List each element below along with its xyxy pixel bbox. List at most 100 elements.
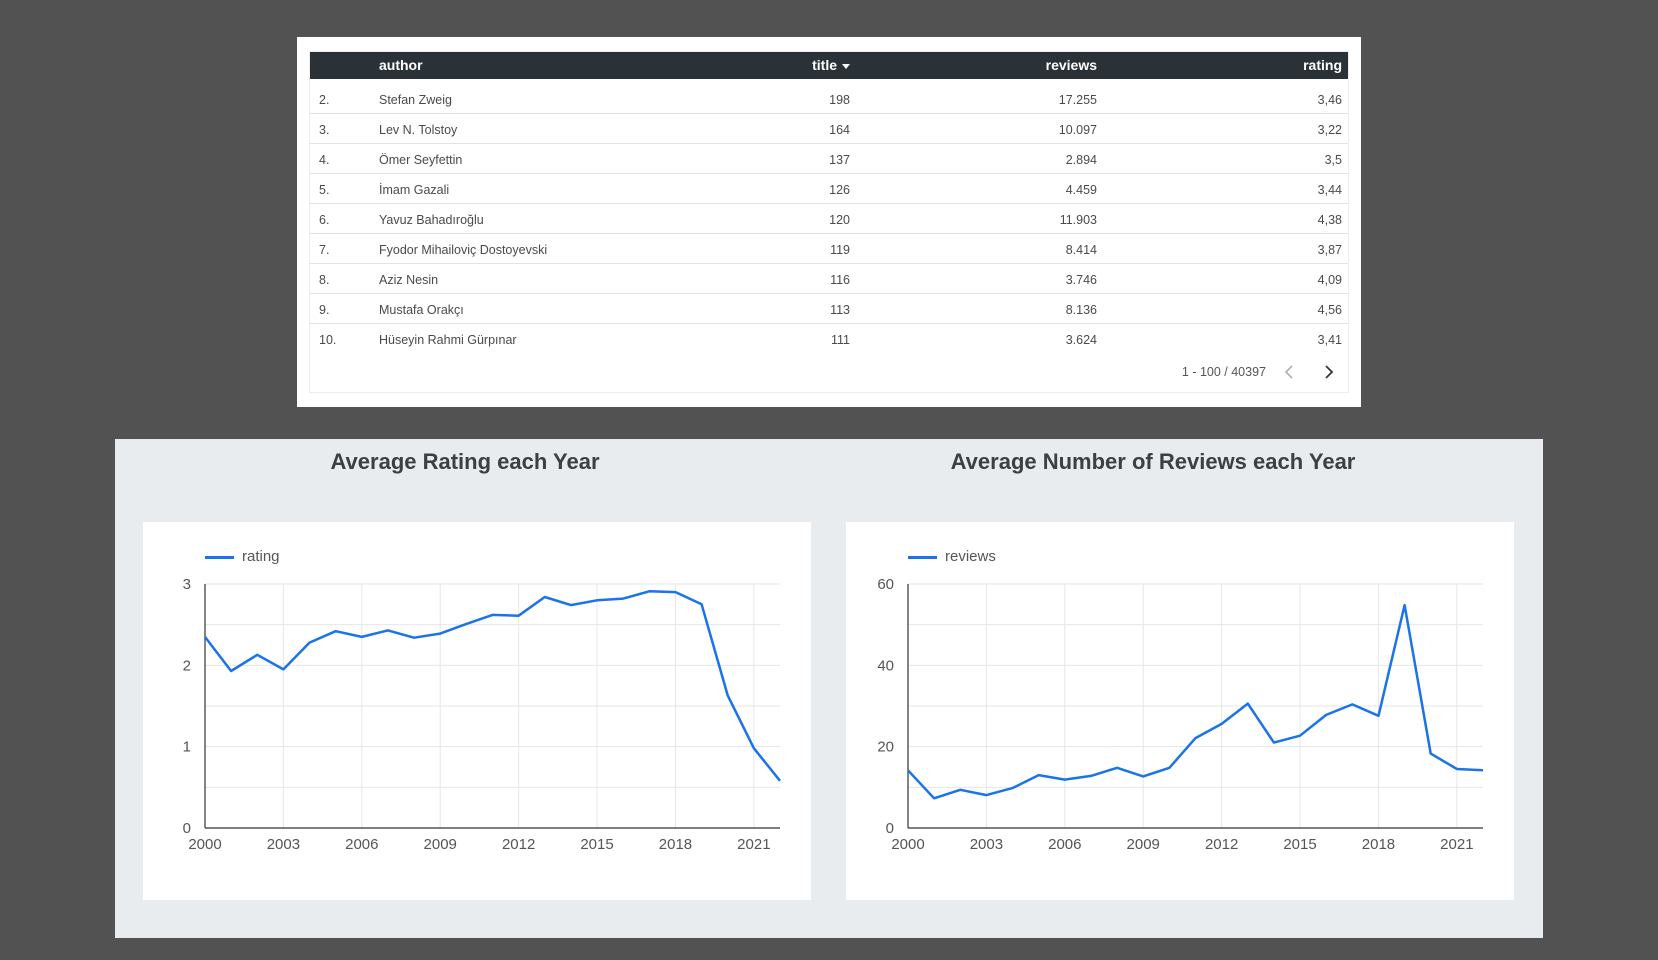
data-point[interactable]: [408, 632, 420, 644]
data-point[interactable]: [643, 585, 655, 597]
reviews-chart-svg: 0 20 40 60 2000 2003 2006 2009 2012 2015 2018 2021: [877, 576, 1489, 853]
data-point[interactable]: [1451, 763, 1463, 775]
cell-reviews: 8.136: [1065, 303, 1097, 317]
data-point[interactable]: [1111, 762, 1123, 774]
data-point[interactable]: [980, 789, 992, 801]
data-point[interactable]: [1477, 764, 1489, 776]
data-point[interactable]: [277, 663, 289, 675]
data-point[interactable]: [1320, 709, 1332, 721]
cell-title: 198: [829, 93, 850, 107]
cell-reviews: 2.894: [1065, 153, 1097, 167]
data-point[interactable]: [539, 591, 551, 603]
data-point[interactable]: [902, 764, 914, 776]
chevron-right-icon[interactable]: [1320, 363, 1336, 381]
table-row[interactable]: 5. İmam Gazali 126 4.459 3,44: [310, 174, 1348, 204]
x-tick-label: 2009: [1127, 836, 1160, 853]
data-point[interactable]: [1294, 730, 1306, 742]
x-tick-label: 2000: [891, 836, 924, 853]
row-index: 6.: [319, 213, 330, 227]
table-row[interactable]: 3. Lev N. Tolstoy 164 10.097 3,22: [310, 114, 1348, 144]
series-line-reviews[interactable]: [907, 603, 1484, 800]
data-point[interactable]: [1137, 770, 1149, 782]
x-tick-label: 2012: [502, 836, 535, 853]
y-tick-label: 0: [886, 820, 894, 837]
data-point[interactable]: [1007, 782, 1019, 794]
data-point[interactable]: [1268, 737, 1280, 749]
cell-rating: 4,09: [1317, 273, 1342, 287]
row-index: 9.: [319, 303, 330, 317]
data-point[interactable]: [1399, 599, 1411, 611]
cell-author: Hüseyin Rahmi Gürpınar: [379, 333, 517, 347]
data-point[interactable]: [565, 599, 577, 611]
column-header-title[interactable]: title: [812, 57, 850, 73]
column-header-rating[interactable]: rating: [1303, 57, 1342, 73]
table-row[interactable]: 10. Hüseyin Rahmi Gürpınar 111 3.624 3,41: [310, 324, 1348, 352]
table-row[interactable]: 9. Mustafa Orakçı 113 8.136 4,56: [310, 294, 1348, 324]
chevron-left-icon[interactable]: [1282, 363, 1298, 381]
cell-rating: 4,56: [1317, 303, 1342, 317]
table-body[interactable]: 2. Stefan Zweig 198 17.255 3,46 3. Lev N. Tols…: [310, 84, 1348, 352]
data-point[interactable]: [696, 598, 708, 610]
cell-reviews: 3.746: [1065, 273, 1097, 287]
x-tick-label: 2015: [580, 836, 613, 853]
column-header-reviews[interactable]: reviews: [1046, 57, 1097, 73]
data-point[interactable]: [382, 624, 394, 636]
y-tick-label: 2: [183, 657, 191, 674]
cell-reviews: 10.097: [1058, 123, 1097, 137]
charts-panel: Average Rating each Year Average Number …: [115, 439, 1543, 938]
data-point[interactable]: [591, 594, 603, 606]
authors-table: author title reviews rating 2. Stefan Zwe…: [309, 51, 1349, 393]
table-row[interactable]: 6. Yavuz Bahadıroğlu 120 11.903 4,38: [310, 204, 1348, 234]
data-point[interactable]: [774, 775, 786, 787]
data-point[interactable]: [330, 625, 342, 637]
data-point[interactable]: [1190, 732, 1202, 744]
data-point[interactable]: [356, 631, 368, 643]
table-row[interactable]: 2. Stefan Zweig 198 17.255 3,46: [310, 84, 1348, 114]
x-tick-label: 2021: [737, 836, 770, 853]
table-row[interactable]: 8. Aziz Nesin 116 3.746 4,09: [310, 264, 1348, 294]
data-point[interactable]: [487, 609, 499, 621]
data-point[interactable]: [513, 610, 525, 622]
data-point[interactable]: [1085, 770, 1097, 782]
cell-reviews: 3.624: [1065, 333, 1097, 347]
cell-author: Fyodor Mihailoviç Dostoyevski: [379, 243, 548, 257]
data-point[interactable]: [225, 665, 237, 677]
data-point[interactable]: [954, 784, 966, 796]
row-index: 10.: [319, 333, 337, 347]
y-tick-label: 0: [183, 820, 191, 837]
cell-author: Yavuz Bahadıroğlu: [379, 213, 484, 227]
data-point[interactable]: [722, 689, 734, 701]
x-tick-label: 2015: [1283, 836, 1316, 853]
data-point[interactable]: [1216, 718, 1228, 730]
data-point[interactable]: [199, 631, 211, 643]
column-header-author[interactable]: author: [379, 57, 423, 73]
data-point[interactable]: [434, 628, 446, 640]
table-row[interactable]: 4. Ömer Seyfettin 137 2.894 3,5: [310, 144, 1348, 174]
data-point[interactable]: [1425, 748, 1437, 760]
data-point[interactable]: [460, 618, 472, 630]
cell-rating: 3,22: [1317, 123, 1342, 137]
data-point[interactable]: [617, 593, 629, 605]
data-point[interactable]: [748, 742, 760, 754]
data-point[interactable]: [928, 792, 940, 804]
cell-author: Stefan Zweig: [379, 93, 452, 107]
cell-title: 137: [829, 153, 850, 167]
data-point[interactable]: [1372, 710, 1384, 722]
rating-chart-svg: 0 1 2 3 2000 2003 2006 2009 2012 2015 2018 2021: [183, 576, 786, 853]
data-point[interactable]: [1033, 769, 1045, 781]
x-tick-label: 2006: [345, 836, 378, 853]
cell-author: Mustafa Orakçı: [379, 303, 464, 317]
table-row[interactable]: 7. Fyodor Mihailoviç Dostoyevski 119 8.414 3…: [310, 234, 1348, 264]
row-index: 8.: [319, 273, 330, 287]
table-panel: author title reviews rating 2. Stefan Zwe…: [297, 37, 1361, 407]
data-point[interactable]: [304, 637, 316, 649]
data-point[interactable]: [1346, 698, 1358, 710]
data-point[interactable]: [1059, 774, 1071, 786]
data-point[interactable]: [1242, 698, 1254, 710]
data-point[interactable]: [1163, 762, 1175, 774]
data-point[interactable]: [251, 649, 263, 661]
data-point[interactable]: [669, 586, 681, 598]
x-tick-label: 2012: [1205, 836, 1238, 853]
cell-author: Aziz Nesin: [379, 273, 439, 287]
cell-title: 120: [829, 213, 850, 227]
